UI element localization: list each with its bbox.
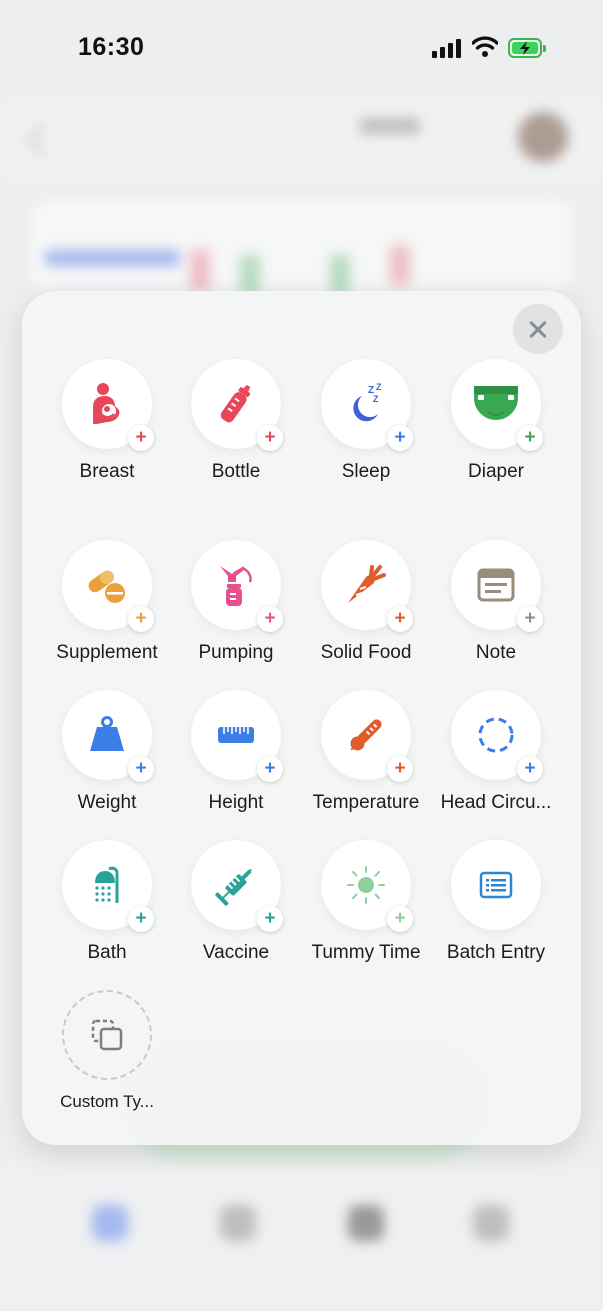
bottle-icon <box>220 384 251 423</box>
action-head-circumference[interactable]: + Head Circu... <box>431 690 561 814</box>
action-label: Solid Food <box>320 642 412 663</box>
wifi-icon <box>472 36 498 57</box>
weight-icon <box>90 716 124 751</box>
diaper-icon <box>474 386 518 420</box>
action-breast[interactable]: + Breast <box>42 359 172 483</box>
action-label: Tummy Time <box>311 942 421 963</box>
action-tummy-time[interactable]: + Tummy Time <box>301 840 431 964</box>
action-label: Batch Entry <box>446 942 546 963</box>
action-label: Temperature <box>312 792 420 813</box>
add-plus-icon: + <box>387 906 413 932</box>
add-plus-icon: + <box>128 606 154 632</box>
custom-type-icon <box>91 1019 123 1051</box>
svg-text:Z: Z <box>376 382 382 392</box>
action-label: Bottle <box>211 461 261 482</box>
add-plus-icon: + <box>387 756 413 782</box>
moon-sleep-icon: Z Z Z <box>353 382 382 422</box>
shower-icon <box>95 866 119 903</box>
action-vaccine[interactable]: + Vaccine <box>171 840 301 964</box>
action-height[interactable]: + Height <box>171 690 301 814</box>
note-icon <box>477 568 515 602</box>
syringe-icon <box>215 868 253 906</box>
add-plus-icon: + <box>257 606 283 632</box>
action-note[interactable]: + Note <box>431 540 561 664</box>
action-weight[interactable]: + Weight <box>42 690 172 814</box>
action-label: Note <box>475 642 517 663</box>
action-batch-entry[interactable]: Batch Entry <box>431 840 561 964</box>
action-supplement[interactable]: + Supplement <box>42 540 172 664</box>
action-label: Breast <box>79 461 135 482</box>
add-plus-icon: + <box>387 425 413 451</box>
svg-text:Z: Z <box>373 394 379 404</box>
action-label: Head Circu... <box>440 792 552 813</box>
action-pumping[interactable]: + Pumping <box>171 540 301 664</box>
pills-icon <box>88 570 125 603</box>
action-label: Bath <box>87 942 127 963</box>
action-solid-food[interactable]: + Solid Food <box>301 540 431 664</box>
add-plus-icon: + <box>517 756 543 782</box>
breast-pump-icon <box>220 566 252 606</box>
add-plus-icon: + <box>517 606 543 632</box>
thermometer-icon <box>350 719 382 751</box>
action-bottle[interactable]: + Bottle <box>171 359 301 483</box>
add-plus-icon: + <box>128 906 154 932</box>
action-sleep[interactable]: Z Z Z + Sleep <box>301 359 431 483</box>
add-plus-icon: + <box>517 425 543 451</box>
status-time: 16:30 <box>78 33 145 61</box>
action-label: Height <box>208 792 264 813</box>
add-plus-icon: + <box>257 756 283 782</box>
action-bath[interactable]: + Bath <box>42 840 172 964</box>
breastfeeding-icon <box>93 383 120 424</box>
close-button[interactable] <box>513 304 563 354</box>
action-label: Vaccine <box>202 942 270 963</box>
action-label: Pumping <box>198 642 274 663</box>
add-plus-icon: + <box>128 756 154 782</box>
sun-icon <box>347 866 385 904</box>
carrot-icon <box>348 565 386 603</box>
add-record-sheet: + Breast + Bottle Z Z Z + Sleep + Diaper… <box>22 291 581 1145</box>
action-custom-type[interactable]: Custom Ty... <box>42 990 172 1112</box>
action-label: Supplement <box>56 642 158 663</box>
status-bar: 16:30 <box>0 0 603 100</box>
action-label: Weight <box>77 792 137 813</box>
action-label: Custom Ty... <box>60 1092 154 1111</box>
action-diaper[interactable]: + Diaper <box>431 359 561 483</box>
action-label: Sleep <box>341 461 391 482</box>
battery-icon <box>508 38 546 58</box>
add-plus-icon: + <box>128 425 154 451</box>
add-plus-icon: + <box>387 606 413 632</box>
action-temperature[interactable]: + Temperature <box>301 690 431 814</box>
ruler-icon <box>218 727 254 743</box>
add-plus-icon: + <box>257 906 283 932</box>
signal-icon <box>432 38 464 58</box>
add-plus-icon: + <box>257 425 283 451</box>
head-circumference-icon <box>478 717 514 753</box>
list-icon <box>479 871 513 899</box>
action-label: Diaper <box>468 461 524 482</box>
